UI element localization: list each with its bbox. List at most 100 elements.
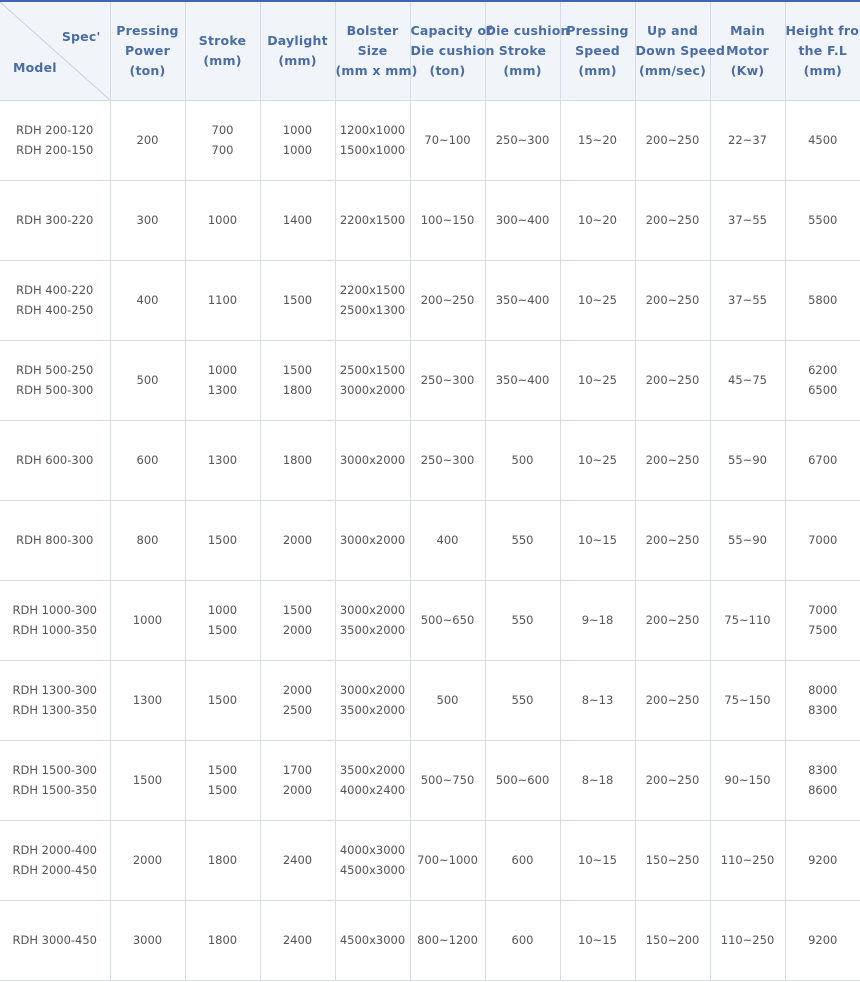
- column-header-line: (ton): [429, 62, 466, 78]
- cell-value: 700: [211, 143, 234, 157]
- cell-pressing-power: 1000: [110, 580, 186, 661]
- cell-value: 8~18: [581, 773, 614, 787]
- cell-value: 7000: [808, 603, 838, 617]
- cell-value: RDH 200-120: [16, 123, 94, 137]
- cell-value: 150~250: [645, 853, 700, 867]
- model-cell: RDH 3000-450: [0, 900, 111, 981]
- table-row: RDH 800-300 800 1500 2000 3000x2000 400 550 10~…: [0, 500, 860, 581]
- cell-value: 200~250: [645, 133, 700, 147]
- cell-value: 10~25: [578, 293, 617, 307]
- table-row: RDH 400-220 RDH 400-250 400 1100 1500 2200x15…: [0, 260, 860, 341]
- cell-value: 15~20: [578, 133, 617, 147]
- cell-value: 700~1000: [417, 853, 478, 867]
- cell-stroke: 1300: [185, 420, 261, 501]
- cell-die-cushion-stroke: 550: [485, 660, 561, 741]
- cell-value: 1000: [207, 213, 238, 227]
- cell-value: 250~300: [420, 373, 475, 387]
- cell-bolster-size: 2200x1500 2500x1300: [335, 260, 411, 341]
- column-header-line: (mm): [203, 52, 242, 68]
- cell-bolster-size: 3000x2000 3500x2000: [335, 660, 411, 741]
- cell-daylight: 1500 1800: [260, 340, 336, 421]
- column-header-bolster-size: Bolster Size (mm x mm): [335, 2, 417, 101]
- cell-value: 1400: [282, 213, 313, 227]
- cell-value: 1200x1000: [339, 123, 406, 137]
- column-header-line: Power: [125, 42, 170, 58]
- cell-daylight: 1500 2000: [260, 580, 336, 661]
- cell-bolster-size: 4500x3000: [335, 900, 411, 981]
- cell-value: 6200: [808, 363, 838, 377]
- cell-value: 600: [511, 853, 534, 867]
- cell-value: 2500: [282, 703, 313, 717]
- cell-up-down-speed: 200~250: [635, 180, 711, 261]
- cell-value: 150~200: [645, 933, 700, 947]
- model-cell: RDH 600-300: [0, 420, 111, 501]
- cell-value: RDH 400-250: [16, 303, 94, 317]
- model-cell: RDH 200-120 RDH 200-150: [0, 100, 111, 181]
- cell-value: RDH 500-250: [16, 363, 94, 377]
- cell-value: 600: [511, 933, 534, 947]
- column-header-line: Bolster: [346, 22, 399, 38]
- cell-value: 200~250: [645, 773, 700, 787]
- cell-stroke: 1500: [185, 500, 261, 581]
- cell-up-down-speed: 150~200: [635, 900, 711, 981]
- cell-stroke: 1000: [185, 180, 261, 261]
- cell-up-down-speed: 200~250: [635, 580, 711, 661]
- cell-value: 10~20: [578, 213, 617, 227]
- cell-daylight: 1800: [260, 420, 336, 501]
- cell-height-from-fl: 8300 8600: [785, 740, 860, 821]
- cell-value: RDH 3000-450: [12, 933, 97, 947]
- cell-value: 1300: [207, 453, 238, 467]
- cell-stroke: 1100: [185, 260, 261, 341]
- spec-table: Spec' Model Pressing Power (ton) Stroke (mm)…: [0, 2, 860, 981]
- cell-pressing-power: 400: [110, 260, 186, 341]
- column-header-line: (mm/sec): [639, 62, 706, 78]
- cell-main-motor: 110~250: [710, 900, 786, 981]
- cell-daylight: 1500: [260, 260, 336, 341]
- column-header-line: Stroke: [498, 42, 547, 58]
- cell-value: 2500x1300: [339, 303, 406, 317]
- cell-value: 9~18: [581, 613, 614, 627]
- cell-value: 1500: [207, 783, 238, 797]
- cell-value: 500~600: [495, 773, 550, 787]
- cell-stroke: 700 700: [185, 100, 261, 181]
- cell-value: RDH 300-220: [16, 213, 94, 227]
- cell-value: 2200x1500: [339, 283, 406, 297]
- column-header-line: Size: [357, 42, 388, 58]
- model-cell: RDH 1000-300 RDH 1000-350: [0, 580, 111, 661]
- column-header-line: Up and: [647, 22, 698, 38]
- cell-die-cushion-stroke: 600: [485, 820, 561, 901]
- cell-value: 1300: [132, 693, 163, 707]
- cell-up-down-speed: 150~250: [635, 820, 711, 901]
- cell-value: 110~250: [720, 933, 775, 947]
- column-header-line: (mm): [803, 62, 842, 78]
- cell-value: 400: [136, 293, 159, 307]
- model-cell: RDH 1500-300 RDH 1500-350: [0, 740, 111, 821]
- table-row: RDH 1300-300 RDH 1300-350 1300 1500 2000 2500…: [0, 660, 860, 741]
- cell-pressing-speed: 8~18: [560, 740, 636, 821]
- cell-value: RDH 400-220: [16, 283, 94, 297]
- cell-value: 10~25: [578, 373, 617, 387]
- cell-value: 2200x1500: [339, 213, 406, 227]
- cell-value: 500: [136, 373, 159, 387]
- cell-value: 500~750: [420, 773, 475, 787]
- corner-header-cell: Spec' Model: [0, 2, 111, 101]
- cell-value: 200~250: [420, 293, 475, 307]
- cell-value: 550: [511, 613, 534, 627]
- cell-value: 55~90: [728, 533, 767, 547]
- cell-value: 4500x3000: [339, 933, 406, 947]
- column-header-line: (mm): [278, 52, 317, 68]
- cell-value: 55~90: [728, 453, 767, 467]
- table-row: RDH 200-120 RDH 200-150 200 700 700 1000 1000 1…: [0, 100, 860, 181]
- cell-value: 2400: [282, 853, 313, 867]
- column-header-line: (mm): [578, 62, 617, 78]
- cell-value: 200~250: [645, 693, 700, 707]
- cell-value: 350~400: [495, 373, 550, 387]
- column-header-die-cushion-stroke: Die cushion Stroke (mm): [485, 2, 569, 101]
- cell-pressing-speed: 10~25: [560, 260, 636, 341]
- cell-main-motor: 22~37: [710, 100, 786, 181]
- cell-value: 550: [511, 693, 534, 707]
- cell-value: 1000: [282, 143, 313, 157]
- cell-value: 350~400: [495, 293, 550, 307]
- cell-value: 1800: [207, 853, 238, 867]
- cell-value: 400: [436, 533, 459, 547]
